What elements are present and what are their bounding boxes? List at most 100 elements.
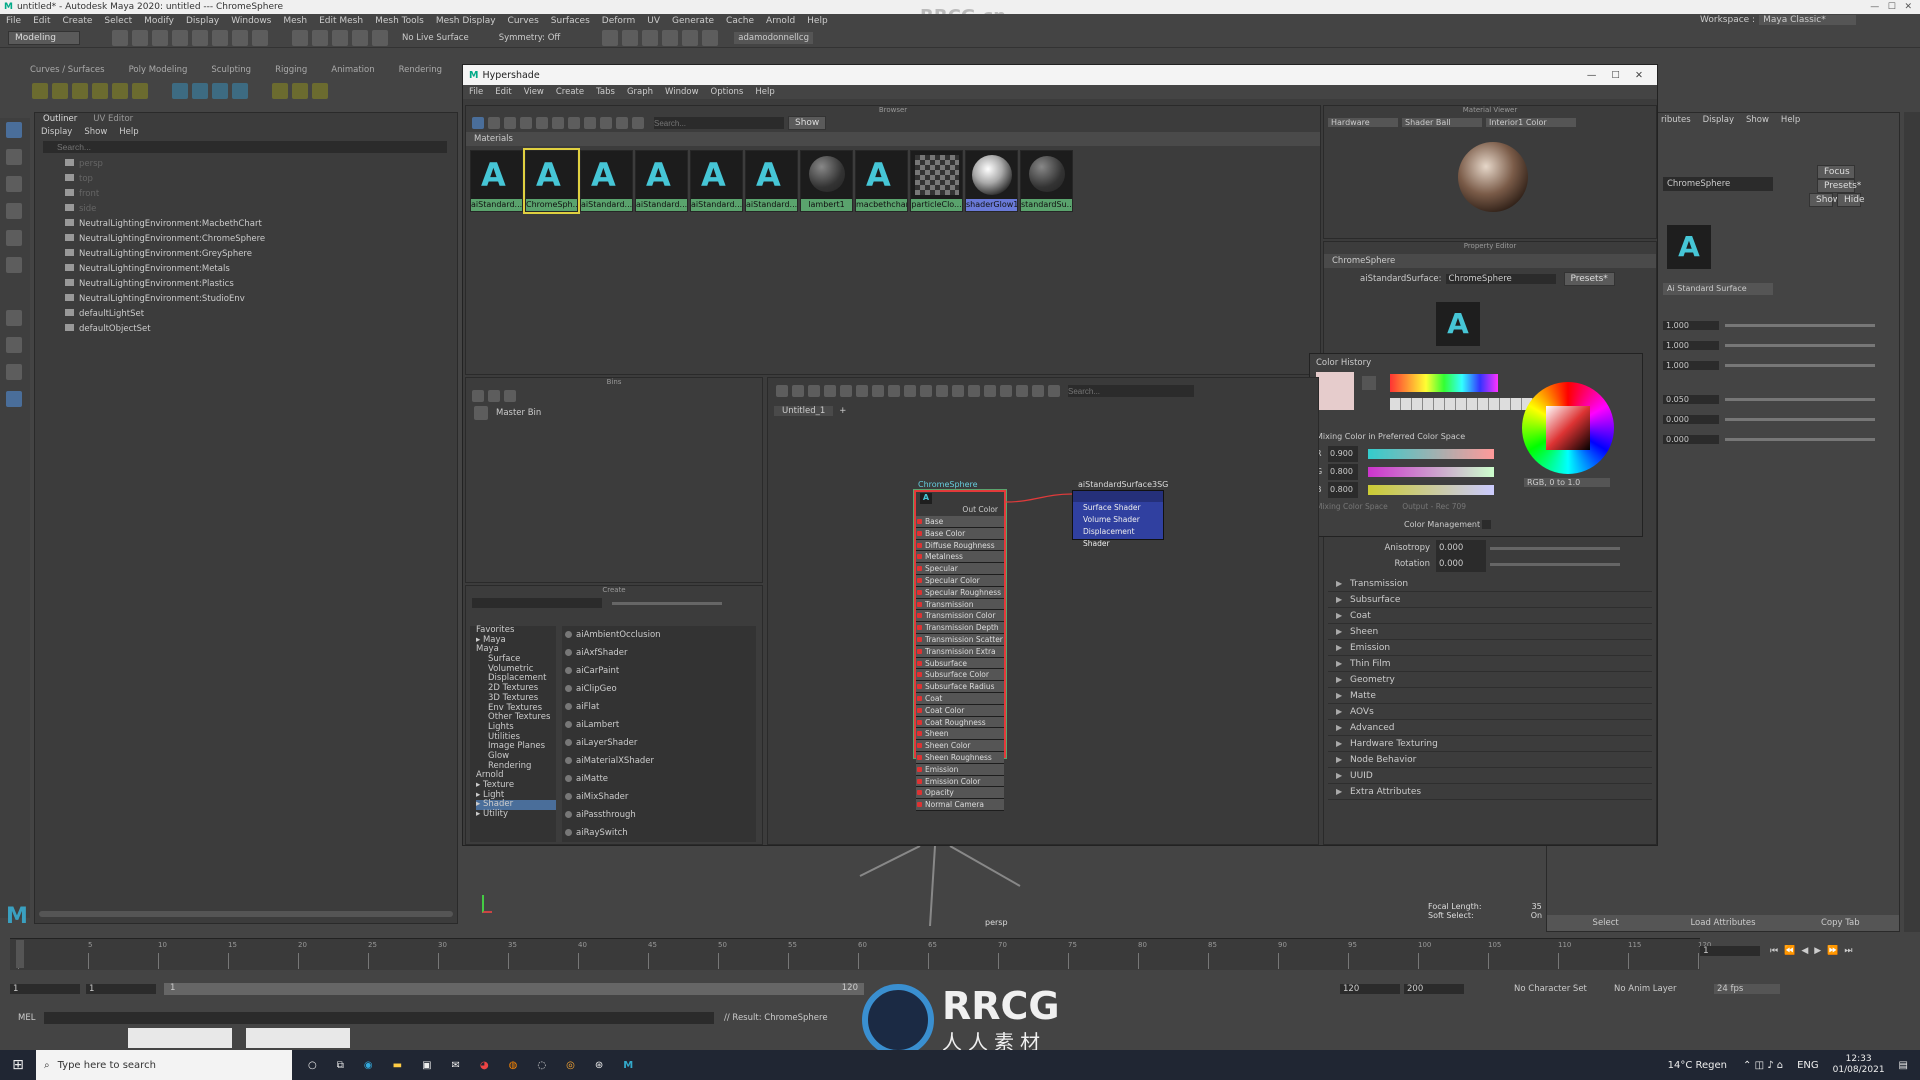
move-tool-icon[interactable] [6,203,22,219]
graph-icon-11[interactable] [936,385,948,397]
r-field[interactable]: 0.900 [1328,446,1358,462]
pe-section[interactable]: Coat [1328,608,1652,624]
browser-tool-icon[interactable] [472,117,484,129]
outliner-item[interactable]: side [65,202,457,217]
pe-section[interactable]: Node Behavior [1328,752,1652,768]
anisotropy-field[interactable]: 0.000 [1436,540,1486,556]
browser-tool-icon-10[interactable] [616,117,628,129]
hs-menu-graph[interactable]: Graph [621,87,659,97]
material-swatch[interactable]: standardSu... [1020,150,1073,212]
menu-arnold[interactable]: Arnold [760,16,801,26]
b-slider[interactable] [1368,485,1494,495]
taskbar-search[interactable]: ⌕ Type here to search [36,1050,292,1080]
menu-help[interactable]: Help [801,16,834,26]
node-input-port[interactable]: Specular [916,563,1004,575]
graph-icon-9[interactable] [904,385,916,397]
menu-create[interactable]: Create [57,16,99,26]
cone-icon[interactable] [92,83,108,99]
arnold-render-icon[interactable] [682,29,699,46]
select-tool-icon[interactable] [6,122,22,138]
browser-tool-icon-5[interactable] [536,117,548,129]
b-field[interactable]: 0.800 [1328,482,1358,498]
cube-icon[interactable] [52,83,68,99]
node-input-port[interactable]: Specular Roughness [916,586,1004,599]
anisotropy-slider[interactable] [1490,546,1620,550]
ae-menu-help[interactable]: Help [1775,115,1806,125]
material-swatch[interactable]: AaiStandard... [580,150,633,212]
icon-size-slider[interactable] [612,602,722,605]
node-input-port[interactable]: Normal Camera [916,799,1004,811]
node-input-port[interactable]: Subsurface [916,657,1004,670]
mel-label[interactable]: MEL [18,1013,44,1023]
create-list-item[interactable]: aiLayerShader [562,734,756,752]
focus-button[interactable]: Focus [1817,165,1855,179]
create-list-item[interactable]: aiAmbientOcclusion [562,626,756,644]
browser-tool-icon-8[interactable] [584,117,596,129]
node-input-port[interactable]: Specular Color [916,574,1004,587]
create-list-item[interactable]: aiMatte [562,770,756,788]
maya-window-tab-1[interactable] [128,1028,232,1048]
shelf-tab-0[interactable]: Curves / Surfaces [30,65,105,75]
material-swatch[interactable]: AaiStandard... [745,150,798,212]
select-object-icon[interactable] [232,29,248,46]
ae-node-name[interactable]: ChromeSphere [1663,177,1773,191]
range-select[interactable]: RGB, 0 to 1.0 [1524,478,1610,487]
graph-icon-8[interactable] [888,385,900,397]
outliner-menu-display[interactable]: Display [35,127,78,137]
ae-menu-show[interactable]: Show [1740,115,1775,125]
ae-attr-field[interactable]: 1.000 [1663,320,1719,330]
shelf-tab-3[interactable]: Rigging [275,65,307,75]
go-end-icon[interactable]: ⏭ [1844,946,1852,956]
cortana-icon[interactable]: ○ [308,1060,317,1071]
ae-attr-slider[interactable] [1725,323,1875,327]
node-input-port[interactable]: Subsurface Color [916,669,1004,682]
ae-attr-field[interactable]: 1.000 [1663,360,1719,370]
pe-section[interactable]: Advanced [1328,720,1652,736]
color-management-checkbox[interactable] [1482,520,1491,529]
pe-section[interactable]: Geometry [1328,672,1652,688]
mv-environment-select[interactable]: Interior1 Color [1486,117,1576,127]
ep-curve-icon[interactable] [292,83,308,99]
tab-outliner[interactable]: Outliner [35,114,85,124]
create-list-item[interactable]: aiMixShader [562,788,756,806]
mail-icon[interactable]: ✉ [452,1060,460,1071]
snap-view-icon[interactable] [352,29,368,46]
ae-copy-tab-button[interactable]: Copy Tab [1782,918,1899,928]
start-time-field[interactable]: 1 [10,984,80,994]
graph-icon-10[interactable] [920,385,932,397]
browser-tool-icon-6[interactable] [552,117,564,129]
node-input-port[interactable]: Emission Color [916,775,1004,788]
char-set-select[interactable]: No Character Set [1514,984,1604,994]
two-view-icon[interactable] [6,364,22,380]
create-list-item[interactable]: aiLambert [562,716,756,734]
unity-icon[interactable]: ⊛ [595,1060,603,1071]
scale-tool-icon[interactable] [6,257,22,273]
pe-section[interactable]: UUID [1328,768,1652,784]
r-slider[interactable] [1368,449,1494,459]
outliner-layout-icon[interactable] [6,391,22,407]
store-icon[interactable]: ▣ [422,1060,431,1071]
app-icon[interactable]: ◌ [537,1060,546,1071]
bin-options-icon[interactable] [504,390,516,402]
tab-uv-editor[interactable]: UV Editor [85,114,141,124]
pause-icon[interactable] [702,29,719,46]
render-settings-icon[interactable] [642,29,659,46]
fps-select[interactable]: 24 fps [1714,984,1780,994]
pe-section[interactable]: Emission [1328,640,1652,656]
pe-section[interactable]: Extra Attributes [1328,784,1652,800]
material-swatch[interactable]: shaderGlow1 [965,150,1018,212]
node-input-port[interactable]: Transmission [916,598,1004,611]
node-input-port[interactable]: Metalness [916,551,1004,564]
hide-button[interactable]: Hide [1837,193,1865,207]
range-slider[interactable]: 1 120 [164,983,864,995]
new-scene-icon[interactable] [112,29,128,46]
sg-input-port[interactable]: Volume Shader [1073,514,1163,526]
cv-curve-icon[interactable] [272,83,288,99]
step-back-icon[interactable]: ◀ [1801,946,1808,956]
hs-menu-options[interactable]: Options [705,87,750,97]
menu-select[interactable]: Select [98,16,138,26]
browser-tool-icon-3[interactable] [504,117,516,129]
pe-section[interactable]: Hardware Texturing [1328,736,1652,752]
menu-mesh-tools[interactable]: Mesh Tools [369,16,430,26]
rotate-tool-icon[interactable] [6,230,22,246]
